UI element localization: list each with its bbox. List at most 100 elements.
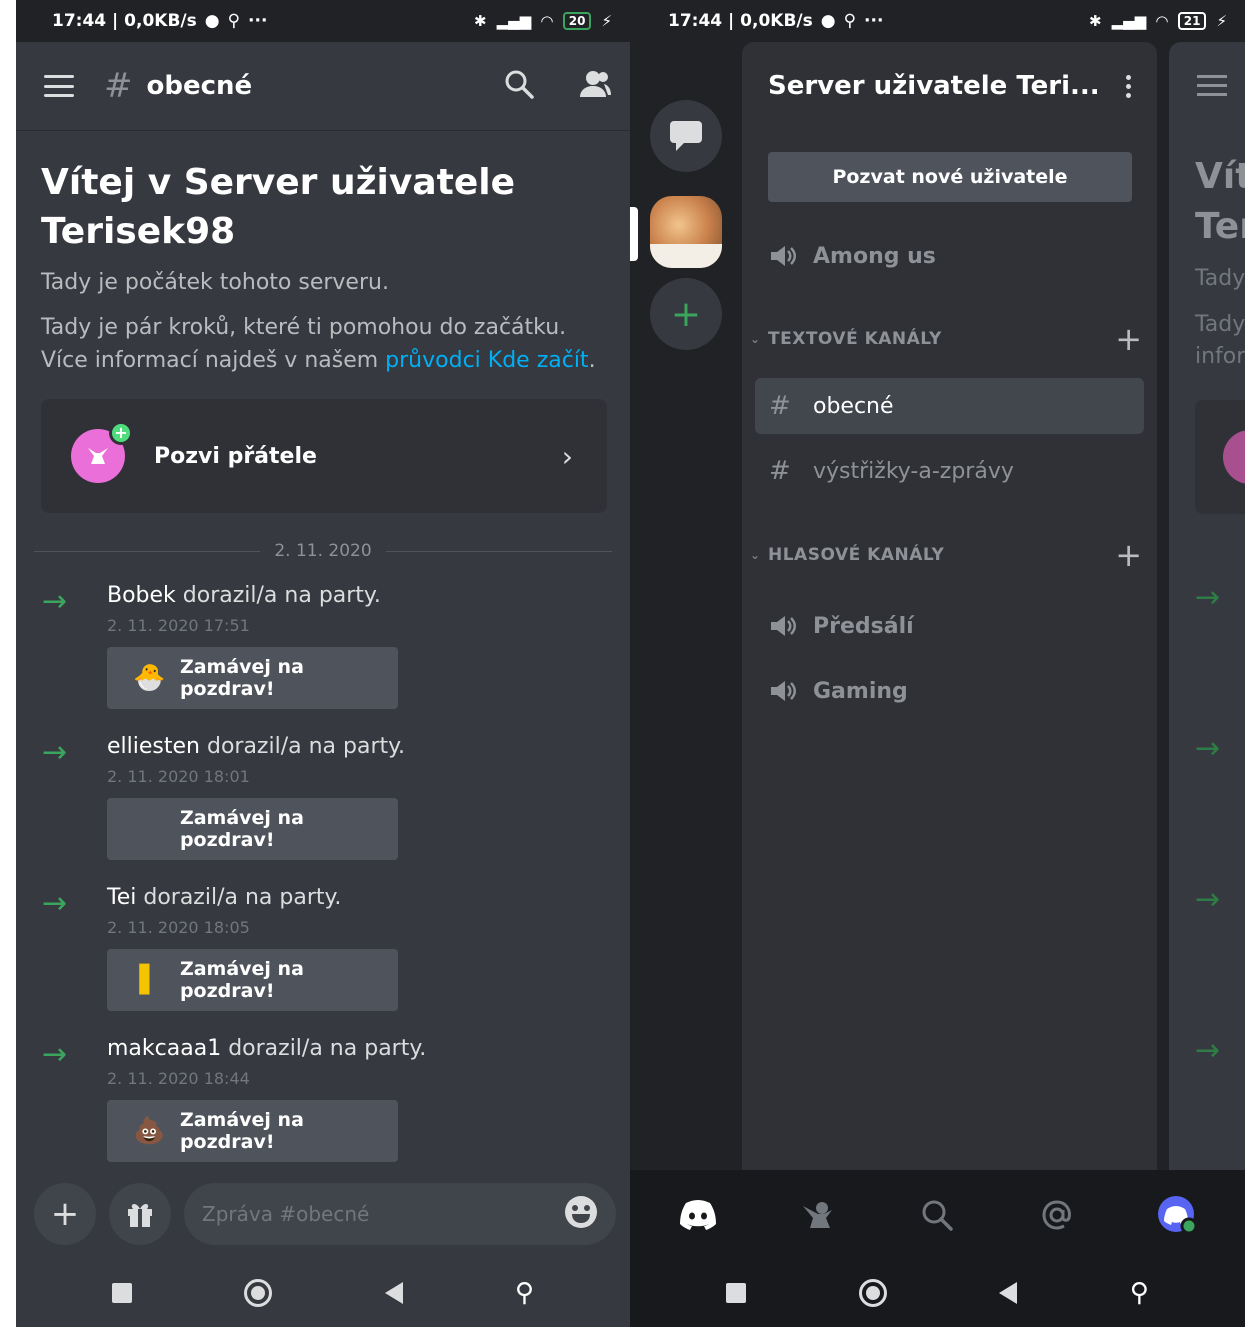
channel-hash-icon: # (104, 66, 133, 106)
more-options-icon[interactable] (1126, 74, 1131, 98)
chat-preview-peek[interactable]: Vít Ter Tady Tady infor → → → → (1169, 42, 1245, 1170)
emoji-icon[interactable] (564, 1195, 598, 1233)
location-icon: ⚲ (843, 11, 857, 31)
recents-icon[interactable] (726, 1283, 747, 1303)
selected-server-indicator (630, 207, 638, 261)
username[interactable]: Tei (107, 885, 136, 910)
message-input-container (184, 1183, 616, 1245)
accessibility-icon[interactable]: ⚲ (515, 1278, 534, 1308)
bluetooth-icon: ✱ (1089, 12, 1102, 30)
search-icon[interactable] (504, 69, 534, 103)
welcome-description: Tady je pár kroků, které ti pomohou do z… (41, 315, 596, 373)
tab-search[interactable] (907, 1185, 967, 1245)
join-arrow-icon: → (42, 886, 68, 921)
timestamp: 2. 11. 2020 18:05 (107, 918, 250, 937)
direct-messages-button[interactable] (650, 100, 722, 172)
add-channel-icon[interactable]: + (1115, 539, 1142, 571)
join-arrow-icon: → (42, 584, 68, 619)
channel-name: Gaming (813, 678, 908, 704)
menu-icon[interactable] (44, 75, 74, 97)
server-name: Server uživatele Teri... (768, 71, 1100, 101)
server-header[interactable]: Server uživatele Teri... (742, 42, 1157, 130)
home-icon[interactable] (858, 1279, 887, 1307)
wave-sticker-icon: ▌ (139, 965, 160, 995)
tab-profile[interactable] (1147, 1185, 1207, 1245)
username[interactable]: makcaaa1 (107, 1036, 221, 1061)
wave-sticker-icon: 🐣 (133, 663, 166, 693)
bottom-tab-bar (630, 1170, 1245, 1259)
chevron-right-icon: › (561, 439, 573, 473)
back-icon[interactable] (384, 1282, 403, 1304)
accessibility-icon[interactable]: ⚲ (1130, 1278, 1149, 1308)
status-bar: 17:44 | 0,0KB/s ● ⚲ ··· ✱ ▂▄▆ ◠ 21 ⚡ (630, 0, 1245, 42)
text-channel-vystrizky[interactable]: # výstřižky-a-zprávy (755, 443, 1144, 499)
join-message: → elliesten dorazil/a na party. 2. 11. 2… (16, 734, 616, 864)
join-message: → Tei dorazil/a na party. 2. 11. 2020 18… (16, 885, 616, 1015)
speaker-icon (769, 614, 799, 638)
chat-header: # obecné (16, 42, 630, 130)
battery-icon: 21 (1177, 12, 1207, 30)
username[interactable]: elliesten (107, 734, 200, 759)
gift-button[interactable] (109, 1183, 171, 1245)
add-attachment-button[interactable]: + (34, 1183, 96, 1245)
charging-icon: ⚡ (601, 12, 612, 30)
chevron-down-icon: ⌄ (750, 332, 761, 346)
message-input[interactable] (202, 1202, 564, 1226)
message-composer: + (34, 1182, 616, 1246)
timestamp: 2. 11. 2020 17:51 (107, 616, 250, 635)
search-icon (922, 1200, 954, 1231)
server-drawer-screen: 17:44 | 0,0KB/s ● ⚲ ··· ✱ ▂▄▆ ◠ 21 ⚡ + S… (630, 0, 1245, 1327)
tab-mentions[interactable] (1027, 1185, 1087, 1245)
server-icon[interactable] (650, 196, 722, 268)
wifi-icon: ◠ (1156, 12, 1168, 30)
text-channel-obecne[interactable]: # obecné (755, 378, 1144, 434)
status-speed: 0,0KB/s (740, 11, 813, 31)
location-icon: ⚲ (227, 11, 241, 31)
discord-icon (679, 1199, 716, 1230)
hash-icon: # (769, 391, 791, 421)
voice-channel-among-us[interactable]: Among us (755, 228, 1144, 284)
wave-button[interactable]: 🐣 Zamávej na pozdrav! (107, 647, 398, 709)
chat-screen: 17:44 | 0,0KB/s ● ⚲ ··· ✱ ▂▄▆ ◠ 20 ⚡ # o… (16, 0, 630, 1327)
channel-title: obecné (146, 71, 253, 101)
bluetooth-icon: ✱ (474, 12, 487, 30)
invite-users-button[interactable]: Pozvat nové uživatele (768, 152, 1132, 202)
more-notifications-icon: ··· (864, 11, 884, 31)
wave-button[interactable]: 💩 Zamávej na pozdrav! (107, 1100, 398, 1162)
text-channels-category[interactable]: ⌄ TEXTOVÉ KANÁLY + (750, 323, 1142, 355)
category-name: TEXTOVÉ KANÁLY (768, 329, 942, 349)
recents-icon[interactable] (112, 1283, 133, 1303)
wave-button[interactable]: ▌ Zamávej na pozdrav! (107, 949, 398, 1011)
welcome-subtitle: Tady je počátek tohoto serveru. (41, 270, 389, 295)
invite-friends-card[interactable]: + Pozvi přátele › (41, 399, 607, 513)
menu-icon (1197, 75, 1227, 96)
timestamp: 2. 11. 2020 18:44 (107, 1069, 250, 1088)
chevron-down-icon: ⌄ (750, 548, 761, 562)
more-notifications-icon: ··· (248, 11, 268, 31)
category-name: HLASOVÉ KANÁLY (768, 545, 945, 565)
add-channel-icon[interactable]: + (1115, 323, 1142, 355)
voice-channels-category[interactable]: ⌄ HLASOVÉ KANÁLY + (750, 539, 1142, 571)
back-icon[interactable] (999, 1282, 1018, 1304)
join-arrow-icon: → (1195, 580, 1221, 615)
members-icon[interactable] (578, 69, 612, 103)
voice-channel-predsali[interactable]: Předsálí (755, 598, 1144, 654)
username[interactable]: Bobek (107, 583, 176, 608)
friends-wave-icon (802, 1201, 832, 1228)
home-icon[interactable] (244, 1279, 273, 1307)
tab-home[interactable] (668, 1185, 728, 1245)
channel-name: Předsálí (813, 613, 914, 639)
welcome-title: Vítej v Server uživatele Terisek98 (41, 162, 516, 252)
tab-friends[interactable] (788, 1185, 848, 1245)
add-server-button[interactable]: + (650, 278, 722, 350)
speaker-icon (769, 244, 799, 268)
voice-channel-gaming[interactable]: Gaming (755, 663, 1144, 719)
join-arrow-icon: → (42, 1037, 68, 1072)
guide-link[interactable]: průvodci Kde začít (385, 348, 588, 373)
join-message: → makcaaa1 dorazil/a na party. 2. 11. 20… (16, 1036, 616, 1166)
wave-button[interactable]: Zamávej na pozdrav! (107, 798, 398, 860)
status-time: 17:44 (52, 11, 107, 31)
join-arrow-icon: → (42, 735, 68, 770)
wave-sticker-icon (133, 812, 166, 846)
join-arrow-icon: → (1195, 882, 1221, 917)
